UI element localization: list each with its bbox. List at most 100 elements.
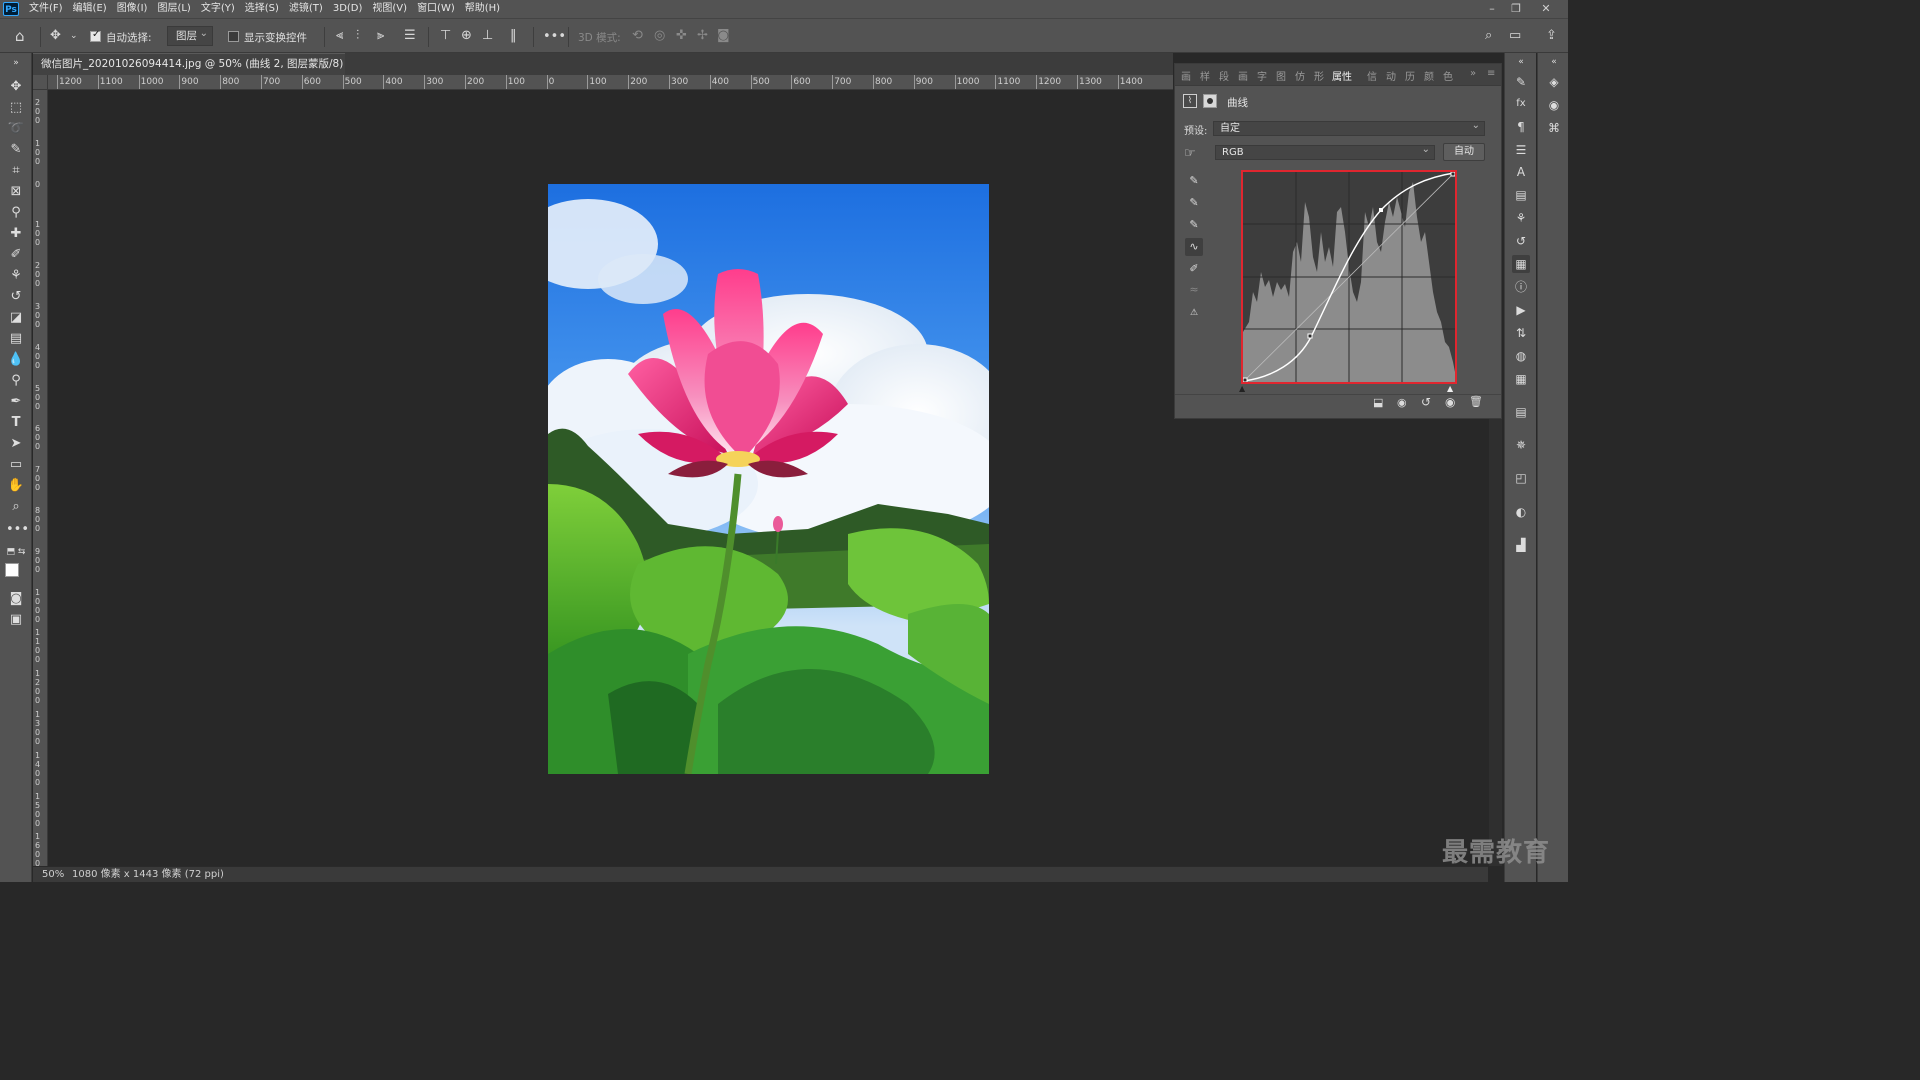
brush-tool-icon[interactable]: ✐: [6, 246, 26, 264]
dodge-tool-icon[interactable]: ⚲: [6, 372, 26, 390]
menu-3d[interactable]: 3D(D): [328, 0, 368, 18]
gray-point-eyedropper-icon[interactable]: ✎: [1185, 194, 1203, 212]
chevron-down-icon[interactable]: ⌄: [70, 31, 78, 41]
preset-dropdown[interactable]: 自定: [1213, 119, 1485, 136]
default-colors-icon[interactable]: ⬒ ⇆: [6, 543, 26, 561]
smooth-curve-icon[interactable]: ≈: [1185, 281, 1203, 299]
minimize-button[interactable]: –: [1480, 0, 1504, 18]
panel-tab[interactable]: 颜: [1424, 68, 1434, 83]
paragraph-icon[interactable]: ¶: [1512, 118, 1530, 136]
zoom-tool-icon[interactable]: ⌕: [6, 498, 26, 516]
zoom-level[interactable]: 50%: [42, 867, 64, 882]
panel-tab[interactable]: 画: [1181, 68, 1191, 83]
visibility-eye-icon[interactable]: ◉: [1445, 395, 1455, 409]
panel-tab[interactable]: 样: [1200, 68, 1210, 83]
eyedropper-tool-icon[interactable]: ⚲: [6, 204, 26, 222]
auto-select-target-dropdown[interactable]: 图层: [167, 25, 213, 46]
panel-tab[interactable]: 历: [1405, 68, 1415, 83]
menu-select[interactable]: 选择(S): [240, 0, 284, 18]
auto-button[interactable]: 自动: [1443, 143, 1485, 161]
delete-icon[interactable]: 🗑: [1469, 395, 1483, 408]
align-top-icon[interactable]: ⊤: [440, 28, 451, 43]
white-point-slider[interactable]: ▲: [1447, 384, 1453, 393]
expand-tabs-icon[interactable]: »: [1470, 68, 1476, 79]
table-icon[interactable]: ▦: [1512, 370, 1530, 388]
path-select-tool-icon[interactable]: ➤: [6, 435, 26, 453]
crop-tool-icon[interactable]: ⌗: [6, 162, 26, 180]
ruler-origin[interactable]: [33, 75, 48, 90]
3d-icon[interactable]: ◍: [1512, 347, 1530, 365]
history-brush-tool-icon[interactable]: ↺: [6, 288, 26, 306]
frame-tool-icon[interactable]: ⊠: [6, 183, 26, 201]
screen-mode-icon[interactable]: ▣: [6, 611, 26, 629]
share-icon[interactable]: ⇪: [1546, 28, 1557, 43]
menu-file[interactable]: 文件(F): [24, 0, 68, 18]
info-icon[interactable]: ⓘ: [1512, 278, 1530, 296]
align-left-icon[interactable]: ⫷: [336, 28, 343, 43]
layer-mask-icon[interactable]: [1203, 94, 1217, 108]
adjustment-layer-icon[interactable]: ⌇: [1183, 94, 1197, 108]
lotus-photo[interactable]: [548, 184, 989, 774]
healing-brush-tool-icon[interactable]: ✚: [6, 225, 26, 243]
black-point-eyedropper-icon[interactable]: ✎: [1185, 172, 1203, 190]
distribute-vertical-icon[interactable]: ‖: [510, 28, 517, 43]
histogram-icon[interactable]: ▟: [1512, 536, 1530, 554]
panel-tab[interactable]: 图: [1276, 68, 1286, 83]
clone-stamp-tool-icon[interactable]: ⚘: [6, 267, 26, 285]
curve-edit-icon[interactable]: ∿: [1185, 238, 1203, 256]
fx-icon[interactable]: fx: [1512, 95, 1530, 113]
navigator-icon[interactable]: ✵: [1512, 436, 1530, 454]
notes-icon[interactable]: ▤: [1512, 403, 1530, 421]
vertical-ruler[interactable]: 200 100 0 100 200 300 400 500 600 700 800 900 1000 11…: [33, 90, 48, 866]
gradient-tool-icon[interactable]: ▤: [6, 330, 26, 348]
marquee-tool-icon[interactable]: ⬚: [6, 99, 26, 117]
glyphs-icon[interactable]: ▤: [1512, 186, 1530, 204]
canvas-area[interactable]: [48, 91, 1173, 866]
status-menu-arrow[interactable]: ›: [214, 867, 218, 882]
hand-tool-icon[interactable]: ✋: [6, 477, 26, 495]
channel-dropdown[interactable]: RGB: [1215, 143, 1435, 160]
move-tool-icon[interactable]: ✥: [6, 78, 26, 96]
curves-graph[interactable]: [1241, 170, 1457, 384]
panel-tab[interactable]: 色: [1443, 68, 1453, 83]
panel-tab[interactable]: 仿: [1295, 68, 1305, 83]
panel-tab[interactable]: 属性: [1332, 68, 1352, 83]
document-tab[interactable]: 微信图片_20201026094414.jpg @ 50% (曲线 2, 图层蒙…: [33, 53, 345, 91]
align-center-icon[interactable]: ⫶: [356, 28, 359, 43]
panel-tab[interactable]: 画: [1238, 68, 1248, 83]
panel-menu-icon[interactable]: ≡: [1487, 68, 1495, 79]
align-right-icon[interactable]: ⫸: [377, 28, 384, 43]
quick-select-tool-icon[interactable]: ✎: [6, 141, 26, 159]
panel-tab[interactable]: 形: [1314, 68, 1324, 83]
3d-camera-icon[interactable]: ◙: [717, 28, 730, 43]
channels-icon[interactable]: ◉: [1545, 96, 1563, 114]
brush-settings-icon[interactable]: ✎: [1512, 73, 1530, 91]
panel-tab[interactable]: 段: [1219, 68, 1229, 83]
collapse-icon[interactable]: «: [1545, 53, 1563, 71]
menu-edit[interactable]: 编辑(E): [68, 0, 112, 18]
auto-select-checkbox[interactable]: [90, 29, 101, 42]
collapse-icon[interactable]: «: [1512, 53, 1530, 71]
panel-tab[interactable]: 动: [1386, 68, 1396, 83]
3d-slide-icon[interactable]: ✢: [697, 28, 708, 43]
panel-tab[interactable]: 信: [1367, 68, 1377, 83]
close-button[interactable]: ✕: [1534, 0, 1558, 18]
blur-tool-icon[interactable]: 💧: [6, 351, 26, 369]
libraries-icon[interactable]: ◰: [1512, 469, 1530, 487]
horizontal-ruler[interactable]: 1200 1100 1000 900 800 700 600 500 400 300 200 100 0…: [48, 75, 1173, 90]
menu-filter[interactable]: 滤镜(T): [284, 0, 328, 18]
adjustments-icon[interactable]: ☰: [1512, 141, 1530, 159]
menu-help[interactable]: 帮助(H): [460, 0, 505, 18]
clipping-warning-icon[interactable]: ⚠: [1185, 304, 1203, 322]
layers-icon[interactable]: ◈: [1545, 73, 1563, 91]
history-icon[interactable]: ↺: [1512, 232, 1530, 250]
move-tool-icon[interactable]: ✥: [50, 28, 61, 43]
foreground-color-swatch[interactable]: [5, 563, 19, 577]
align-middle-icon[interactable]: ⊕: [461, 28, 472, 43]
actions-icon[interactable]: ▶: [1512, 301, 1530, 319]
targeted-adjustment-icon[interactable]: ☞: [1184, 146, 1196, 161]
align-bottom-icon[interactable]: ⊥: [482, 28, 493, 43]
3d-pan-icon[interactable]: ✜: [676, 28, 687, 43]
distribute-icon[interactable]: ☰: [404, 28, 416, 43]
edit-toolbar-icon[interactable]: •••: [6, 521, 29, 539]
